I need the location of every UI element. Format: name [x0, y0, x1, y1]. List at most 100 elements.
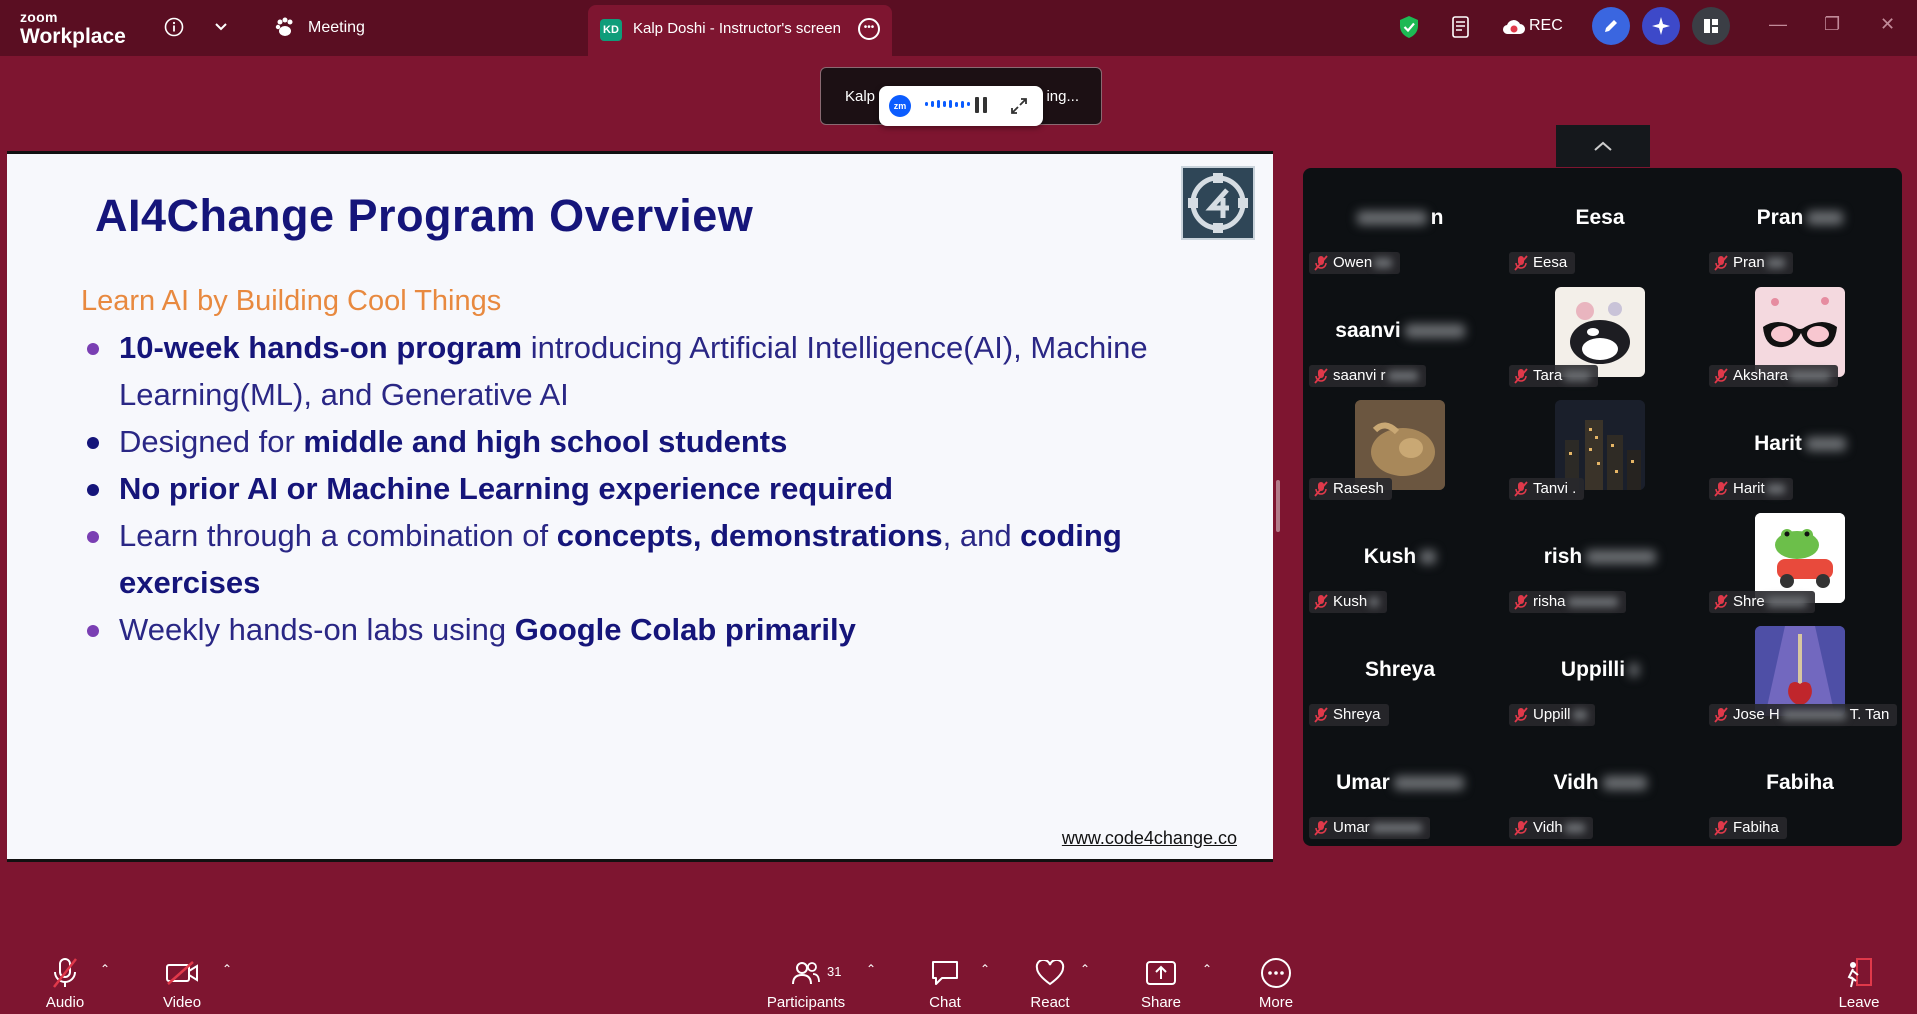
- expand-icon[interactable]: [1009, 96, 1029, 121]
- participant-name-tag: Vidh: [1509, 817, 1593, 839]
- participant-tile[interactable]: Umar Umar: [1303, 733, 1497, 841]
- participant-tile[interactable]: Shre: [1703, 507, 1897, 615]
- participant-tile[interactable]: saanvi saanvi r: [1303, 281, 1497, 389]
- meeting-toolbar: Audio ⌃ Video ⌃ Participants 31 ⌃ Chat ⌃…: [0, 944, 1917, 1014]
- more-button[interactable]: More: [1254, 956, 1298, 1014]
- code4change-logo-icon: [1181, 166, 1255, 240]
- cloud-record-icon[interactable]: [1501, 14, 1527, 40]
- minimize-icon[interactable]: —: [1769, 14, 1787, 35]
- participants-options-chevron-up-icon[interactable]: ⌃: [866, 962, 876, 976]
- participant-name-tag: Umar: [1309, 817, 1430, 839]
- zoom-workplace-logo: zoom Workplace: [20, 10, 126, 47]
- guitar-avatar-image: [1755, 626, 1845, 716]
- audio-options-chevron-up-icon[interactable]: ⌃: [100, 962, 110, 976]
- participant-name-tag: Tanvi .: [1509, 478, 1585, 500]
- participant-tile[interactable]: Fabiha Fabiha: [1703, 733, 1897, 841]
- participant-display-name: Umar: [1303, 771, 1497, 795]
- annotate-pen-icon[interactable]: [1592, 7, 1630, 45]
- bull-statue-avatar-image: [1355, 400, 1445, 490]
- chat-label: Chat: [929, 994, 961, 1011]
- participant-name-tag: Owen: [1309, 252, 1401, 274]
- apps-panel-icon[interactable]: [1692, 7, 1730, 45]
- audio-button[interactable]: Audio: [40, 956, 90, 1014]
- participant-tile[interactable]: Akshara: [1703, 281, 1897, 389]
- slide-title: AI4Change Program Overview: [95, 190, 754, 241]
- react-options-chevron-up-icon[interactable]: ⌃: [1080, 962, 1090, 976]
- participant-name-tag: Akshara: [1709, 365, 1839, 387]
- meeting-menu-label[interactable]: Meeting: [308, 19, 365, 37]
- mic-muted-icon: [1714, 481, 1728, 497]
- participant-display-name: Kush: [1303, 545, 1497, 569]
- participant-tile[interactable]: Jose H T. Tan: [1703, 620, 1898, 728]
- chevron-up-icon: [1594, 141, 1612, 151]
- video-off-icon: [158, 956, 206, 990]
- brand-top: zoom: [20, 9, 58, 25]
- participant-tile[interactable]: Vidh Vidh: [1503, 733, 1697, 841]
- participant-name-tag: Rasesh: [1309, 478, 1392, 500]
- slide-url: www.code4change.co: [1061, 828, 1237, 848]
- speaking-popup-left-text: Kalp: [845, 88, 876, 105]
- restore-icon[interactable]: ❐: [1824, 14, 1840, 35]
- participant-tile[interactable]: n Owen: [1303, 168, 1497, 276]
- bullet-item: No prior AI or Machine Learning experien…: [79, 465, 1209, 512]
- mic-muted-icon: [1314, 255, 1328, 271]
- leave-button[interactable]: Leave: [1836, 956, 1882, 1014]
- kd-avatar: KD: [600, 19, 622, 41]
- participant-tile[interactable]: Rasesh: [1303, 394, 1497, 502]
- mic-muted-icon: [1314, 368, 1328, 384]
- share-label: Share: [1140, 994, 1182, 1011]
- instructor-screen-tab[interactable]: KD Kalp Doshi - Instructor's screen •••: [588, 5, 892, 56]
- participant-name-tag: Harit: [1709, 478, 1793, 500]
- mic-muted-icon: [1714, 368, 1728, 384]
- participant-name-tag: Pran: [1709, 252, 1793, 274]
- pause-icon[interactable]: [975, 97, 987, 113]
- participant-tile[interactable]: Pran Pran: [1703, 168, 1897, 276]
- screen-share-mini-control[interactable]: zm: [879, 86, 1043, 126]
- mic-muted-icon: [1314, 594, 1328, 610]
- share-button[interactable]: Share: [1138, 956, 1184, 1014]
- more-options-icon[interactable]: •••: [858, 18, 880, 40]
- participant-tile[interactable]: Harit Harit: [1703, 394, 1897, 502]
- notes-icon[interactable]: [1448, 14, 1474, 40]
- slide-subtitle: Learn AI by Building Cool Things: [81, 285, 502, 317]
- participant-display-name: Eesa: [1575, 206, 1625, 229]
- split-view-handle[interactable]: [1276, 480, 1280, 532]
- chevron-down-icon[interactable]: [208, 14, 234, 40]
- participant-name-tag: Tara: [1509, 365, 1599, 387]
- audio-wave-icon: [925, 100, 970, 108]
- react-button[interactable]: React: [1028, 956, 1072, 1014]
- participant-tile[interactable]: rish risha: [1503, 507, 1697, 615]
- more-dots-icon: [1254, 956, 1298, 990]
- info-icon[interactable]: [161, 14, 187, 40]
- participant-name-tag: Shre: [1709, 591, 1815, 613]
- meeting-paw-icon[interactable]: [272, 14, 298, 40]
- audio-label: Audio: [45, 994, 85, 1011]
- mic-muted-icon: [1314, 707, 1328, 723]
- participant-tile[interactable]: Tara: [1503, 281, 1697, 389]
- mic-muted-icon: [1714, 255, 1728, 271]
- chat-options-chevron-up-icon[interactable]: ⌃: [980, 962, 990, 976]
- participant-tile[interactable]: Tanvi .: [1503, 394, 1697, 502]
- frog-car-avatar-image: [1755, 513, 1845, 603]
- participant-tile[interactable]: Eesa Eesa: [1503, 168, 1697, 276]
- participant-display-name: Vidh: [1503, 771, 1697, 795]
- participant-tile[interactable]: Shreya Shreya: [1303, 620, 1497, 728]
- participant-tile[interactable]: Kush Kush: [1303, 507, 1497, 615]
- participant-display-name: Uppilli: [1503, 658, 1697, 682]
- chat-button[interactable]: Chat: [922, 956, 968, 1014]
- participant-display-name: rish: [1503, 545, 1697, 569]
- security-shield-icon[interactable]: [1396, 14, 1422, 40]
- participant-name-tag: Eesa: [1509, 252, 1576, 274]
- speaking-popup-right-text: ing...: [1046, 88, 1079, 105]
- participant-name-tag: saanvi r: [1309, 365, 1426, 387]
- collapse-gallery-button[interactable]: [1556, 125, 1650, 167]
- mic-muted-icon: [1714, 594, 1728, 610]
- close-icon[interactable]: ✕: [1880, 14, 1895, 35]
- shared-screen-slide: AI4Change Program Overview Learn AI by B…: [7, 151, 1273, 862]
- ai-companion-sparkle-icon[interactable]: [1642, 7, 1680, 45]
- video-options-chevron-up-icon[interactable]: ⌃: [222, 962, 232, 976]
- share-options-chevron-up-icon[interactable]: ⌃: [1202, 962, 1212, 976]
- video-button[interactable]: Video: [158, 956, 206, 1014]
- participant-tile[interactable]: Uppilli Uppill: [1503, 620, 1697, 728]
- participants-label: Participants: [766, 994, 846, 1011]
